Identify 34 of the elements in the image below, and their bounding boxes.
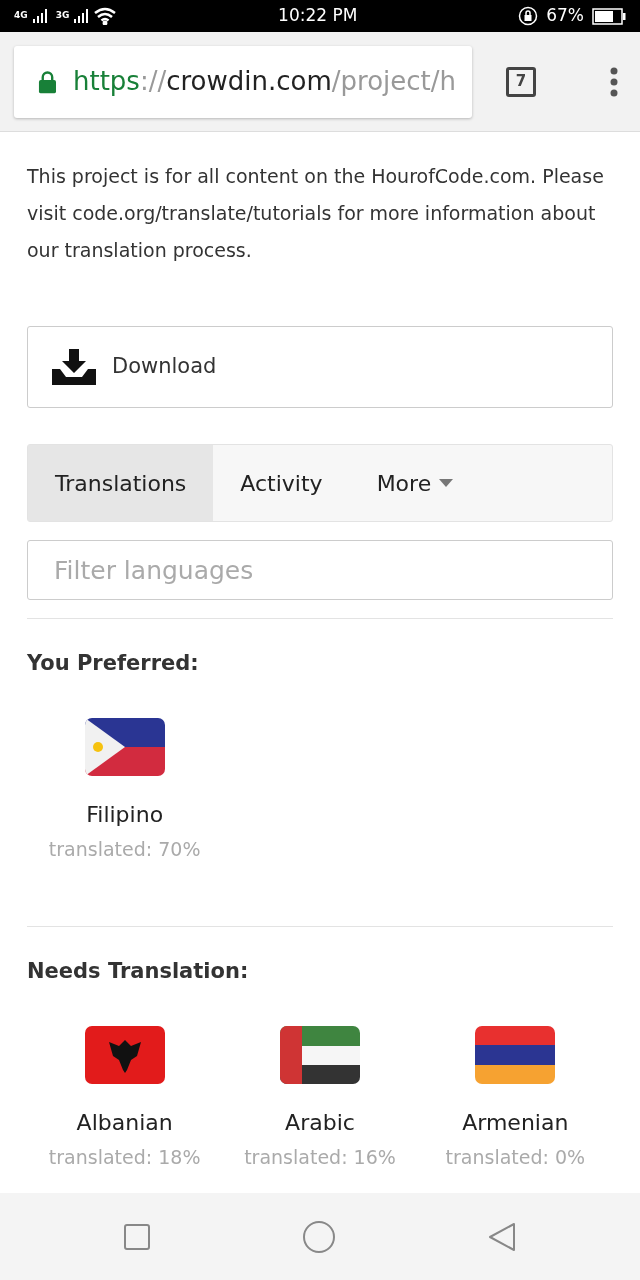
flag-icon <box>280 1025 360 1084</box>
tab[interactable]: More <box>349 445 481 521</box>
recents-icon[interactable] <box>124 1223 151 1250</box>
section-heading: You Preferred: <box>27 651 200 677</box>
battery-percent: 67% <box>546 4 584 28</box>
signal-icon <box>31 8 48 24</box>
network-label: 4G <box>14 9 28 23</box>
network-label: 3G <box>55 9 70 23</box>
address-bar[interactable]: https://crowdin.com/project/h <box>14 45 472 118</box>
language-name[interactable]: Albanian <box>76 1105 173 1139</box>
language-name[interactable]: Filipino <box>86 798 164 832</box>
flag-icon <box>84 1025 165 1084</box>
rotation-lock-icon <box>518 6 539 26</box>
home-icon[interactable] <box>303 1220 335 1253</box>
menu-icon[interactable] <box>610 66 618 97</box>
wifi-icon <box>93 7 118 25</box>
tab[interactable]: Activity <box>213 445 350 521</box>
flag-icon <box>84 718 165 777</box>
project-description: This project is for all content on the HourofCode.com. Please visit code.org/translate/tutorials for more information about our translation process. <box>27 164 605 263</box>
lock-icon <box>38 69 57 94</box>
clock-time: 10:22 PM <box>278 4 358 28</box>
filter-field[interactable]: Filter languages <box>27 540 613 600</box>
download-icon <box>52 349 96 385</box>
back-icon[interactable] <box>487 1221 516 1252</box>
section-heading: Needs Translation: <box>27 958 250 984</box>
download-button[interactable]: Download <box>27 326 613 408</box>
language-name[interactable]: Arabic <box>285 1105 355 1139</box>
caret-icon <box>439 479 454 487</box>
battery-icon <box>592 7 626 25</box>
signal-icon <box>73 8 90 24</box>
tab-count-button[interactable]: 7 <box>506 66 536 97</box>
language-name[interactable]: Armenian <box>462 1105 569 1139</box>
tab[interactable]: Translations <box>28 445 214 521</box>
flag-icon <box>475 1025 556 1084</box>
